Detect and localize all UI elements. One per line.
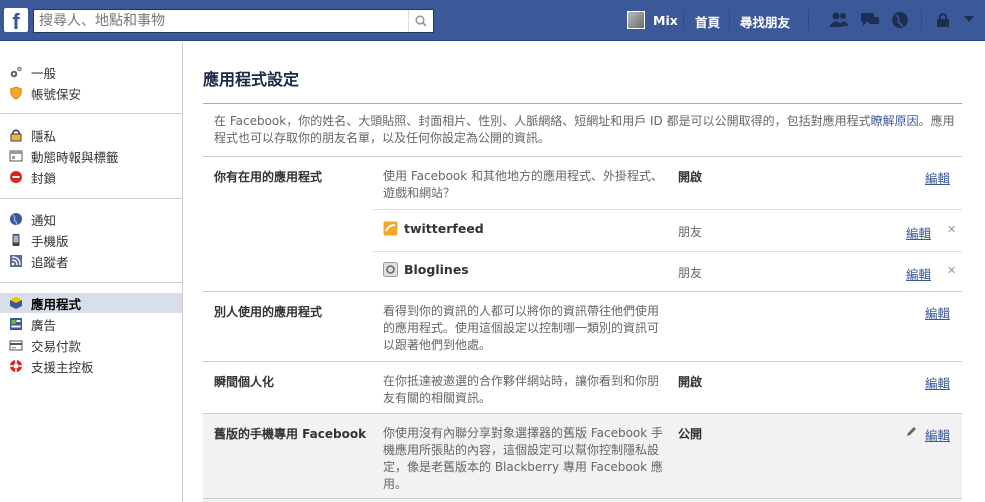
- sidebar-item-followers[interactable]: 追蹤者: [0, 251, 182, 271]
- facebook-logo[interactable]: f: [4, 8, 28, 32]
- sidebar-item-label: 動態時報與標籤: [31, 149, 119, 165]
- messages-icon[interactable]: [859, 10, 881, 30]
- sidebar-item-label: 隱私: [31, 128, 57, 144]
- remove-app-button[interactable]: ✕: [947, 223, 956, 236]
- nav-divider: [808, 10, 809, 30]
- row-divider: [203, 498, 962, 499]
- apps-others-use-edit-link[interactable]: 編輯: [925, 303, 950, 322]
- app-name[interactable]: Bloglines: [404, 262, 469, 277]
- sidebar-item-label: 一般: [31, 65, 57, 81]
- find-friends-link[interactable]: 尋找朋友: [740, 12, 790, 31]
- shield-icon: [10, 86, 22, 100]
- support-icon: [10, 360, 22, 372]
- nav-divider: [683, 10, 684, 30]
- sidebar-item-blocking[interactable]: 封鎖: [0, 167, 182, 187]
- row-divider: [203, 291, 962, 292]
- sidebar-item-label: 封鎖: [31, 170, 57, 186]
- instant-personalization-label: 瞬間個人化: [214, 375, 275, 389]
- sidebar-item-apps[interactable]: 應用程式: [0, 293, 182, 313]
- sidebar-item-timeline-tagging[interactable]: 動態時報與標籤: [0, 146, 182, 166]
- gears-icon: [10, 66, 22, 78]
- user-name: Mix: [653, 12, 678, 28]
- search-button[interactable]: [408, 10, 433, 32]
- apps-you-use-label: 你有在用的應用程式: [214, 170, 323, 184]
- remove-app-button[interactable]: ✕: [947, 264, 956, 277]
- settings-sidebar: 一般 帳號保安 隱私 動態時報與標籤 封鎖 通知 手機版 追蹤者 應用程式 廣告…: [0, 42, 183, 502]
- sidebar-item-payments[interactable]: 交易付款: [0, 335, 182, 355]
- sidebar-item-privacy[interactable]: 隱私: [0, 125, 182, 145]
- sidebar-item-general[interactable]: 一般: [0, 62, 182, 82]
- sidebar-item-support[interactable]: 支援主控板: [0, 356, 182, 376]
- twitterfeed-icon: [383, 221, 398, 236]
- privacy-shortcuts-icon[interactable]: [935, 10, 953, 30]
- old-mobile-label: 舊版的手機專用 Facebook: [214, 427, 367, 441]
- sidebar-divider: [0, 282, 182, 283]
- nav-divider: [729, 10, 730, 30]
- apps-you-use-edit-link[interactable]: 編輯: [925, 168, 950, 187]
- search-box: [33, 9, 434, 33]
- top-bar: f Mix 首頁 尋找朋友: [0, 0, 985, 41]
- search-icon: [415, 15, 427, 27]
- intro-text: 在 Facebook，你的姓名、大頭貼照、封面相片、性別、人脈網絡、短網址和用戶…: [214, 113, 959, 147]
- sidebar-item-label: 追蹤者: [31, 254, 69, 270]
- sidebar-item-security[interactable]: 帳號保安: [0, 83, 182, 103]
- notifications-globe-icon[interactable]: [890, 10, 910, 30]
- bloglines-edit-link[interactable]: 編輯: [906, 264, 931, 283]
- apps-icon: [10, 297, 22, 309]
- sidebar-item-label: 廣告: [31, 317, 57, 333]
- instant-personalization-edit-link[interactable]: 編輯: [925, 373, 950, 392]
- sidebar-divider: [0, 198, 182, 199]
- learn-why-link[interactable]: 瞭解原因: [871, 114, 919, 128]
- old-mobile-status: 公開: [678, 427, 703, 441]
- search-input[interactable]: [34, 10, 408, 32]
- app-audience: 朋友: [678, 225, 703, 239]
- bloglines-icon: [383, 262, 398, 277]
- apps-you-use-desc: 使用 Facebook 和其他地方的應用程式、外掛程式、遊戲和網站？: [383, 169, 664, 200]
- sub-divider: [373, 251, 962, 252]
- sidebar-divider: [0, 113, 182, 114]
- sidebar-item-label: 通知: [31, 212, 57, 228]
- profile-link[interactable]: Mix: [627, 11, 678, 29]
- app-row-bloglines: Bloglines: [383, 262, 469, 277]
- twitterfeed-edit-link[interactable]: 編輯: [906, 223, 931, 242]
- app-name[interactable]: twitterfeed: [404, 221, 484, 236]
- old-mobile-desc: 你使用沒有內聯分享對象選擇器的舊版 Facebook 手機應用所張貼的內容，這個…: [383, 426, 664, 491]
- apps-others-use-desc: 看得到你的資訊的人都可以將你的資訊帶往他們使用的應用程式。使用這個設定以控制哪一…: [383, 304, 660, 352]
- sidebar-item-notifications[interactable]: 通知: [0, 209, 182, 229]
- sidebar-item-label: 支援主控板: [31, 359, 94, 375]
- apps-you-use-status: 開啟: [678, 170, 703, 184]
- sub-divider: [373, 209, 962, 210]
- payments-icon: [9, 340, 23, 351]
- timeline-icon: [9, 150, 23, 162]
- friend-requests-icon[interactable]: [828, 10, 850, 30]
- title-divider: [203, 103, 962, 104]
- app-row-twitterfeed: twitterfeed: [383, 221, 484, 236]
- avatar: [627, 11, 645, 29]
- apps-others-use-label: 別人使用的應用程式: [214, 305, 323, 319]
- nav-divider: [921, 10, 922, 30]
- pencil-icon[interactable]: [906, 426, 917, 437]
- sidebar-item-label: 帳號保安: [31, 86, 82, 102]
- account-menu-icon[interactable]: [963, 14, 975, 24]
- sidebar-item-mobile[interactable]: 手機版: [0, 230, 182, 250]
- row-divider: [203, 156, 962, 157]
- globe-icon: [10, 213, 22, 226]
- old-mobile-edit-link[interactable]: 編輯: [925, 425, 950, 444]
- home-link[interactable]: 首頁: [695, 12, 720, 31]
- page-title: 應用程式設定: [203, 70, 300, 89]
- rss-icon: [10, 255, 22, 267]
- lock-icon: [10, 129, 22, 142]
- mobile-icon: [12, 234, 20, 246]
- intro-text-part: 在 Facebook，你的姓名、大頭貼照、封面相片、性別、人脈網絡、短網址和用戶…: [214, 114, 871, 128]
- row-divider: [203, 361, 962, 362]
- app-audience: 朋友: [678, 266, 703, 280]
- instant-personalization-desc: 在你抵達被邀選的合作夥伴網站時，讓你看到和你朋友有關的相關資訊。: [383, 374, 660, 405]
- sidebar-item-label: 手機版: [31, 233, 69, 249]
- instant-personalization-status: 開啟: [678, 375, 703, 389]
- sidebar-item-label: 交易付款: [31, 338, 82, 354]
- sidebar-item-ads[interactable]: 廣告: [0, 314, 182, 334]
- block-icon: [10, 171, 22, 183]
- ads-icon: [10, 318, 22, 330]
- sidebar-item-label: 應用程式: [31, 296, 82, 312]
